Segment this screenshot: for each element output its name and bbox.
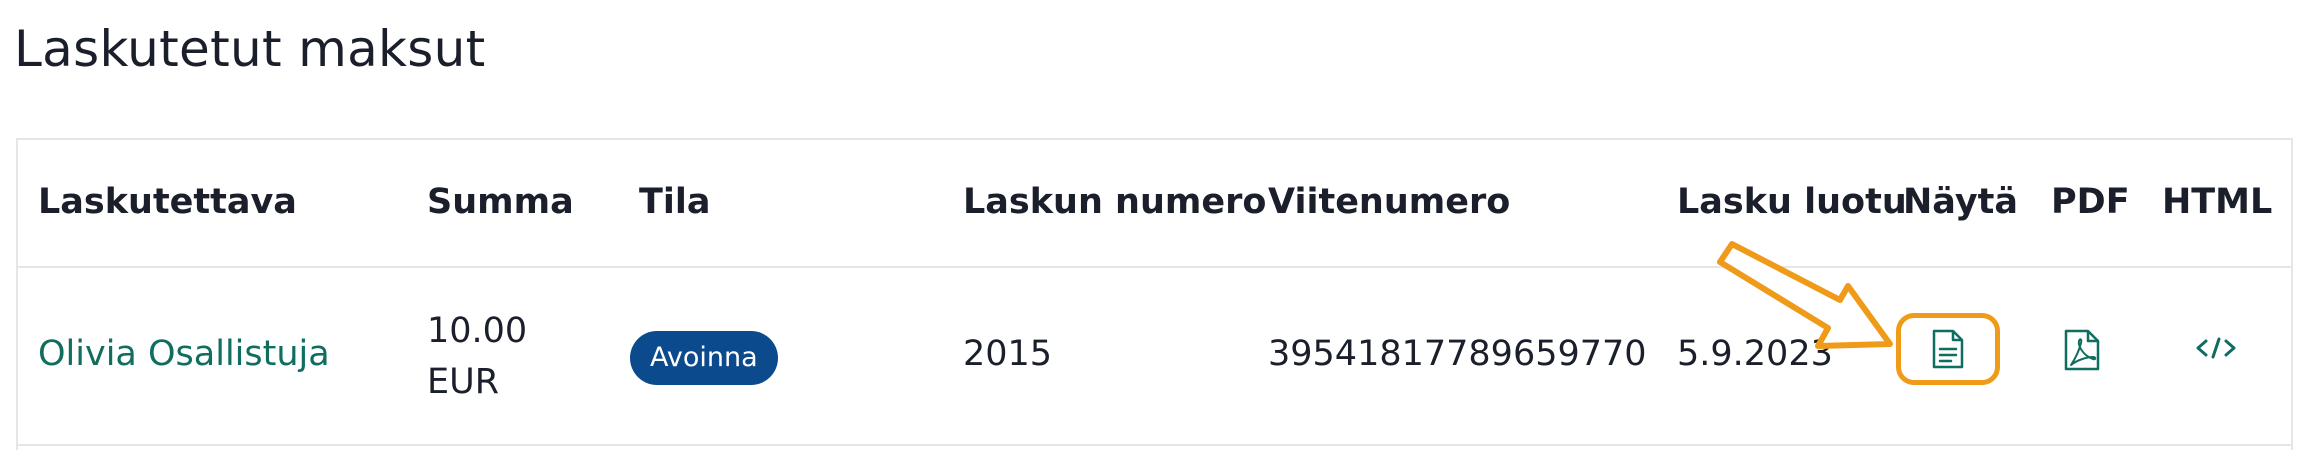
pdf-icon <box>2064 329 2100 371</box>
page-title: Laskutetut maksut <box>14 20 486 78</box>
header-status: Tila <box>639 182 711 222</box>
html-button[interactable] <box>2188 324 2244 372</box>
table-header-row: Laskutettava Summa Tila Laskun numero Vi… <box>18 140 2291 268</box>
header-sum: Summa <box>427 182 574 222</box>
code-icon <box>2196 337 2236 359</box>
highlight-arrow-icon <box>1717 241 1893 349</box>
header-pdf: PDF <box>2051 182 2130 222</box>
header-reference-number: Viitenumero <box>1268 182 1511 222</box>
payer-link[interactable]: Olivia Osallistuja <box>38 330 330 379</box>
invoices-table: Laskutettava Summa Tila Laskun numero Vi… <box>16 138 2293 450</box>
header-view: Näytä <box>1903 182 2018 222</box>
table-row: Olivia Osallistuja 10.00 EUR Avoinna 201… <box>18 268 2291 446</box>
view-invoice-button[interactable] <box>1896 313 2000 385</box>
header-created: Lasku luotu <box>1677 182 1907 222</box>
pdf-button[interactable] <box>2058 324 2106 376</box>
header-html: HTML <box>2162 182 2273 222</box>
status-badge: Avoinna <box>630 331 778 385</box>
document-icon <box>1932 329 1964 369</box>
reference-number: 39541817789659770 <box>1268 334 1647 374</box>
header-invoice-number: Laskun numero <box>963 182 1267 222</box>
sum-cell: 10.00 EUR <box>427 306 527 408</box>
invoice-number: 2015 <box>963 334 1053 374</box>
sum-currency: EUR <box>427 361 500 402</box>
sum-amount: 10.00 <box>427 311 528 351</box>
header-payer: Laskutettava <box>38 182 297 222</box>
